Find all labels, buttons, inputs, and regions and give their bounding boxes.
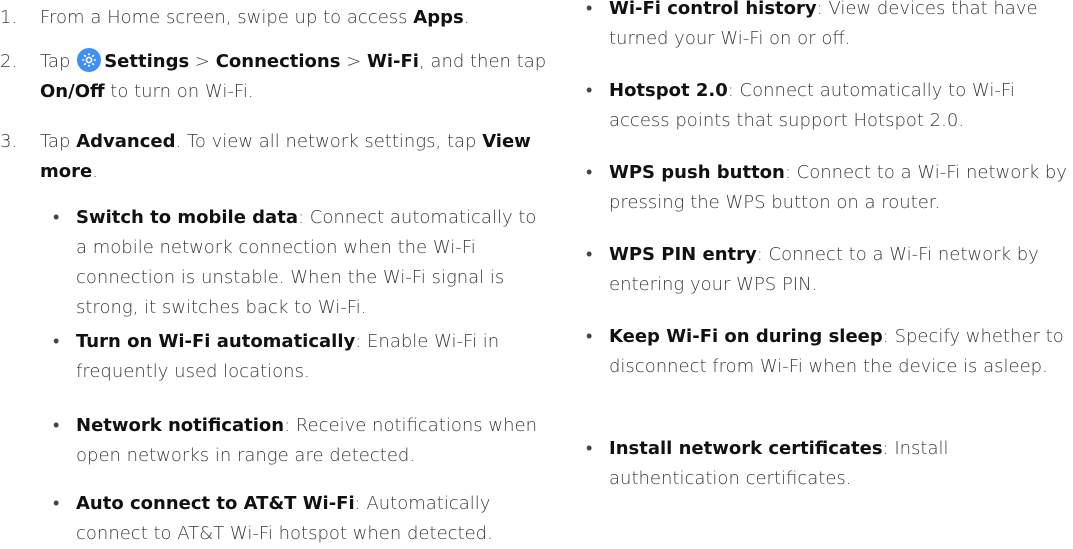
step-text: From a Home screen, swipe up to access bbox=[40, 7, 414, 28]
bullet-term: WPS push button bbox=[609, 162, 785, 183]
term-wifi: Wi-Fi bbox=[367, 51, 419, 72]
bullet-term: Hotspot 2.0 bbox=[609, 80, 728, 101]
list-item: • Hotspot 2.0: Connect automatically to … bbox=[583, 76, 1073, 136]
step-2: 2. Tap Settings > Connections > Wi-Fi, a… bbox=[0, 47, 570, 107]
list-item: • WPS PIN entry: Connect to a Wi-Fi netw… bbox=[583, 240, 1073, 300]
bullet-dot: • bbox=[53, 207, 60, 228]
separator: > bbox=[340, 51, 367, 72]
list-item: • WPS push button: Connect to a Wi-Fi ne… bbox=[583, 158, 1073, 218]
list-item: • Keep Wi-Fi on during sleep: Specify wh… bbox=[583, 322, 1073, 382]
step-text: . bbox=[463, 7, 470, 28]
step-text: . bbox=[92, 161, 98, 182]
bullet-term: Keep Wi-Fi on during sleep bbox=[609, 326, 883, 347]
bullet-dot: • bbox=[586, 438, 593, 459]
step-text: , and then tap bbox=[418, 51, 547, 72]
list-item: • Network notification: Receive notifica… bbox=[50, 411, 546, 471]
term-apps: Apps bbox=[413, 7, 464, 28]
bullet-term: Turn on Wi-Fi automatically bbox=[76, 331, 356, 352]
bullet-term: Switch to mobile data bbox=[76, 207, 298, 228]
step-text: Tap bbox=[40, 51, 77, 72]
list-item: • Switch to mobile data: Connect automat… bbox=[50, 203, 546, 323]
bullet-term: WPS PIN entry bbox=[609, 244, 757, 265]
step-number: 3. bbox=[0, 131, 18, 152]
bullet-term: Auto connect to AT&T Wi-Fi bbox=[76, 493, 355, 514]
term-settings: Settings bbox=[104, 51, 190, 72]
bullet-dot: • bbox=[586, 244, 593, 265]
term-advanced: Advanced bbox=[76, 131, 176, 152]
step-number: 1. bbox=[0, 7, 18, 28]
settings-gear-icon bbox=[77, 48, 102, 72]
bullet-dot: • bbox=[586, 80, 593, 101]
list-item: • Auto connect to AT&T Wi-Fi: Automatica… bbox=[50, 489, 546, 549]
step-3: 3. Tap Advanced. To view all network set… bbox=[0, 127, 570, 187]
step-text: . To view all network settings, tap bbox=[175, 131, 483, 152]
step-text: Tap bbox=[40, 131, 77, 152]
bullet-term: Network notification bbox=[76, 415, 285, 436]
bullet-dot: • bbox=[53, 331, 60, 352]
bullet-dot: • bbox=[586, 326, 593, 347]
bullet-dot: • bbox=[586, 0, 593, 19]
term-connections: Connections bbox=[215, 51, 341, 72]
step-number: 2. bbox=[0, 51, 18, 72]
bullet-dot: • bbox=[53, 415, 60, 436]
term-on-off: On/Off bbox=[40, 81, 105, 102]
bullet-term: Wi-Fi control history bbox=[609, 0, 817, 19]
step-text: to turn on Wi-Fi. bbox=[104, 81, 254, 102]
list-item: • Install network certificates: Install … bbox=[583, 434, 1073, 494]
list-item: • Wi-Fi control history: View devices th… bbox=[583, 0, 1073, 54]
list-item: • Turn on Wi-Fi automatically: Enable Wi… bbox=[50, 327, 546, 387]
separator: > bbox=[189, 51, 216, 72]
bullet-dot: • bbox=[53, 493, 60, 514]
step-1: 1. From a Home screen, swipe up to acces… bbox=[0, 3, 570, 33]
bullet-term: Install network certificates bbox=[609, 438, 883, 459]
bullet-dot: • bbox=[586, 162, 593, 183]
